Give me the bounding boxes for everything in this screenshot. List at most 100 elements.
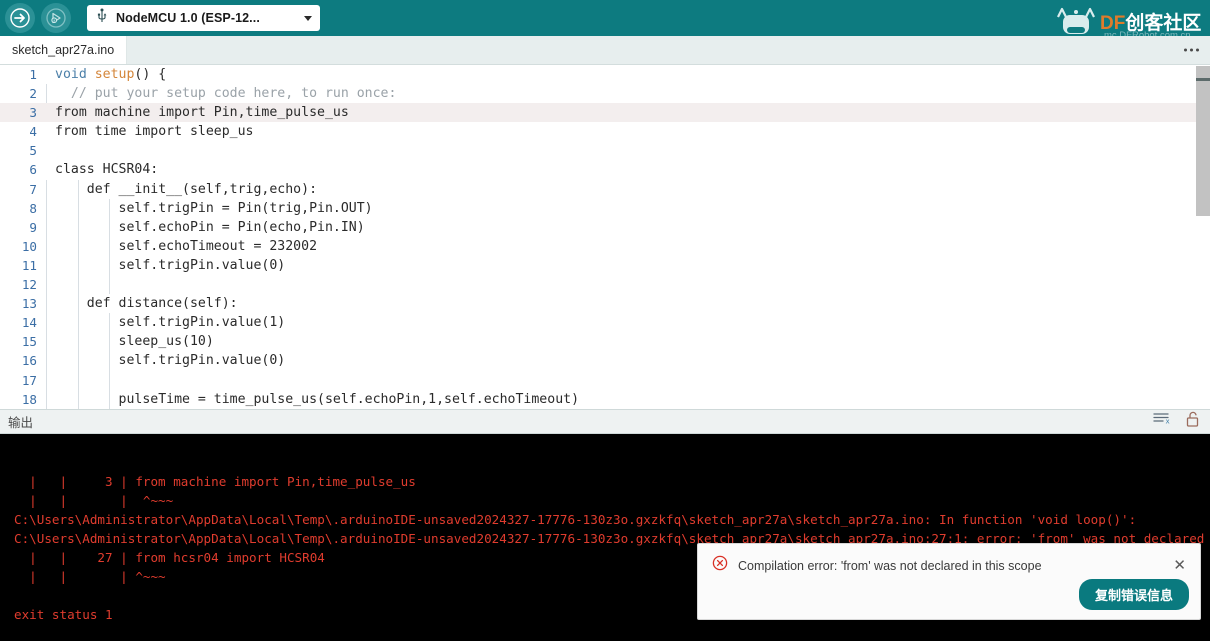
debug-button[interactable]: a <box>41 3 71 33</box>
code-line: 14 self.trigPin.value(1) <box>0 313 1210 333</box>
tab-sketch-apr27a[interactable]: sketch_apr27a.ino <box>0 36 128 64</box>
code-line-text: def __init__(self,trig,echo): <box>46 179 317 199</box>
line-number: 2 <box>29 86 37 102</box>
code-line-text: from machine import Pin,time_pulse_us <box>46 103 349 122</box>
indent-guide <box>46 275 47 295</box>
indent-guide <box>109 351 111 371</box>
code-token: class HCSR04: <box>55 162 159 178</box>
code-line: 6 class HCSR04: <box>0 160 1210 179</box>
chevron-down-icon[interactable] <box>304 15 312 21</box>
indent-guide <box>109 313 111 333</box>
code-line-text: self.echoTimeout = 232002 <box>46 236 318 256</box>
code-line: 8 self.trigPin = Pin(trig,Pin.OUT) <box>0 198 1210 218</box>
code-line: 2 // put your setup code here, to run on… <box>0 84 1210 104</box>
board-name-label: NodeMCU 1.0 (ESP-12... <box>116 11 260 25</box>
toast-message: Compilation error: 'from' was not declar… <box>738 558 1042 573</box>
indent-guide <box>77 255 79 276</box>
line-number: 11 <box>21 257 37 273</box>
line-number: 1 <box>29 67 37 82</box>
code-line: 15 sleep_us(10) <box>0 332 1210 352</box>
code-token: def distance(self): <box>55 296 238 312</box>
line-number: 5 <box>29 143 37 159</box>
indent-guide <box>46 351 47 371</box>
code-line-text: pulseTime = time_pulse_us(self.echoPin,1… <box>46 389 579 409</box>
compilation-error-toast: Compilation error: 'from' was not declar… <box>697 543 1201 620</box>
code-token: self.trigPin.value(1) <box>55 315 286 331</box>
console-line: | | 3 | from machine import Pin,time_pul… <box>14 474 416 489</box>
code-line: 1 void setup() { <box>0 65 1210 84</box>
indent-guide <box>46 236 47 256</box>
upload-button[interactable] <box>5 3 35 33</box>
code-editor[interactable]: 1 void setup() { 2 // put your setup code … <box>0 65 1210 409</box>
editor-scrollbar-thumb[interactable] <box>1196 66 1210 216</box>
indent-guide <box>46 198 47 218</box>
code-line-text: self.trigPin.value(0) <box>46 351 286 371</box>
console-line: | | | ^~~~ <box>14 493 174 508</box>
line-number: 10 <box>21 238 37 254</box>
code-token: self.trigPin.value(0) <box>55 353 286 369</box>
line-number: 4 <box>29 124 37 140</box>
ellipsis-icon[interactable] <box>1184 48 1199 52</box>
indent-guide <box>109 332 111 352</box>
code-token: self.echoTimeout = 232002 <box>55 238 318 254</box>
watermark-brand: DF <box>1100 13 1126 34</box>
indent-guide <box>77 198 79 218</box>
code-token: self.echoPin = Pin(echo,Pin.IN) <box>55 219 365 235</box>
code-line-text: // put your setup code here, to run once… <box>46 84 396 104</box>
code-line-text: self.trigPin = Pin(trig,Pin.OUT) <box>46 198 373 218</box>
usb-icon <box>96 8 108 29</box>
code-line: 4 from time import sleep_us <box>0 122 1210 141</box>
indent-guide <box>109 217 111 237</box>
code-line: 12 <box>0 275 1210 295</box>
code-token: setup <box>94 67 135 82</box>
line-number: 15 <box>21 334 37 350</box>
board-selector[interactable]: NodeMCU 1.0 (ESP-12... <box>87 5 320 31</box>
code-line: 3 from machine import Pin,time_pulse_us <box>0 103 1210 123</box>
indent-guide <box>77 332 79 352</box>
code-token: sleep_us(10) <box>55 334 214 350</box>
line-number: 17 <box>21 372 37 388</box>
indent-guide <box>77 294 79 314</box>
code-line: 11 self.trigPin.value(0) <box>0 255 1210 276</box>
code-token: void <box>55 67 95 82</box>
code-line: 10 self.echoTimeout = 232002 <box>0 236 1210 256</box>
clear-output-icon[interactable]: x <box>1153 411 1171 432</box>
indent-guide <box>46 313 47 333</box>
indent-guide <box>109 198 111 218</box>
console-line: C:\Users\Administrator\AppData\Local\Tem… <box>14 512 1137 527</box>
editor-scroll-marker <box>1196 78 1210 81</box>
code-line: 5 <box>0 141 1210 160</box>
indent-guide <box>46 294 47 314</box>
code-token: () { <box>134 67 167 82</box>
code-token: self.trigPin.value(0) <box>55 257 286 273</box>
code-line-text: def distance(self): <box>46 294 238 314</box>
arduino-ide-window: a NodeMCU 1.0 (ESP-12... DF创客社区 sketch_a… <box>0 0 1210 641</box>
watermark-text: DF创客社区 <box>1100 8 1201 35</box>
debug-verify-icon: a <box>46 8 66 28</box>
line-number: 16 <box>21 353 37 369</box>
indent-guide <box>109 389 111 409</box>
line-number: 3 <box>29 105 37 121</box>
line-number: 14 <box>21 315 37 331</box>
indent-guide <box>77 217 79 237</box>
copy-error-button[interactable]: 复制错误信息 <box>1078 579 1189 610</box>
svg-text:x: x <box>1166 418 1170 426</box>
indent-guide <box>77 389 79 409</box>
indent-guide <box>46 84 47 104</box>
close-icon[interactable]: ✕ <box>1171 558 1188 573</box>
output-panel-title: 输出 <box>8 416 34 430</box>
indent-guide <box>109 236 111 256</box>
code-line-text <box>46 141 55 160</box>
indent-guide <box>109 275 111 295</box>
editor-scrollbar[interactable] <box>1196 65 1210 409</box>
indent-guide <box>46 217 47 237</box>
indent-guide <box>77 275 79 295</box>
line-number: 18 <box>21 391 37 407</box>
unlock-autoscroll-icon[interactable] <box>1185 411 1200 433</box>
code-line-text: self.trigPin.value(0) <box>46 255 286 276</box>
editor-tabbar: sketch_apr27a.ino <box>0 36 1210 65</box>
watermark-brand-cn: 创客社区 <box>1125 13 1202 34</box>
line-number: 6 <box>29 162 37 178</box>
indent-guide <box>46 370 47 390</box>
